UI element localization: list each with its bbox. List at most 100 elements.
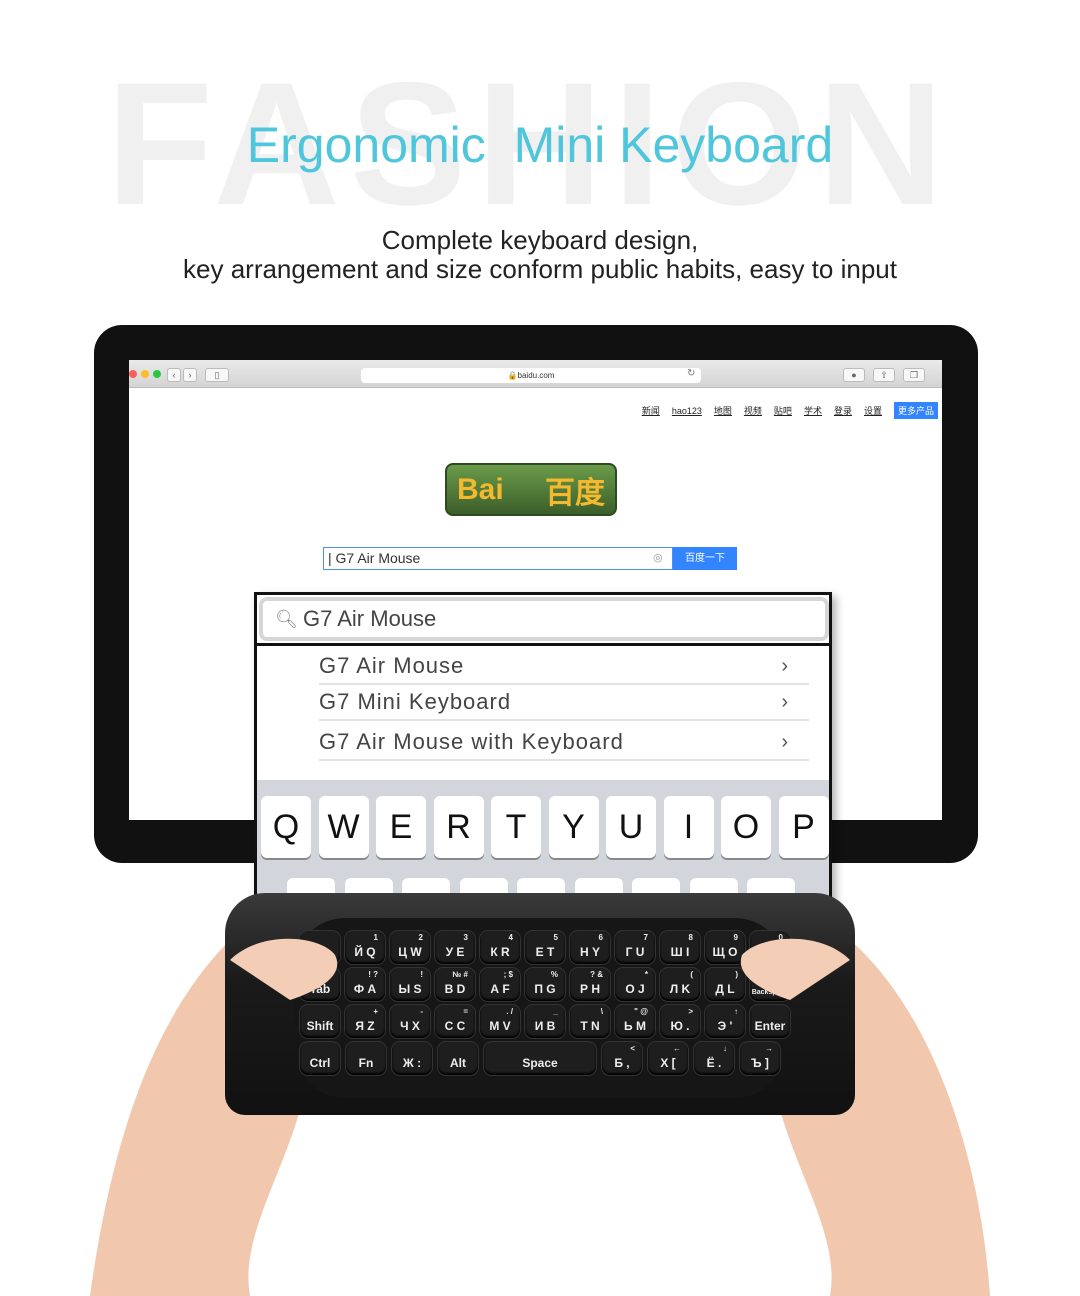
sidebar-icon[interactable]: ▯ [205, 368, 229, 382]
nav-settings[interactable]: 设置 [864, 404, 882, 417]
search-input[interactable]: | G7 Air Mouse [323, 547, 673, 570]
onscreen-key[interactable]: I [663, 796, 714, 858]
share-icon[interactable]: ⇧ [873, 368, 895, 382]
device-key[interactable]: Х [← [648, 1042, 688, 1075]
key-label: Б , [614, 1056, 630, 1070]
device-key[interactable]: Tab [300, 968, 340, 1001]
device-key[interactable]: Я Z + [345, 1005, 385, 1038]
key-label: Space [522, 1056, 558, 1070]
device-key[interactable]: Backspace [750, 968, 790, 1001]
onscreen-key[interactable]: R [433, 796, 484, 858]
nav-news[interactable]: 新闻 [642, 404, 660, 417]
nav-tieba[interactable]: 贴吧 [774, 404, 792, 417]
key-symbol: _ [553, 1007, 558, 1016]
device-key[interactable]: Esc [300, 931, 340, 964]
device-key[interactable]: Т N \ [570, 1005, 610, 1038]
device-key[interactable]: Fn [346, 1042, 386, 1075]
device-key[interactable]: П G% [525, 968, 565, 1001]
device-key[interactable]: Ь M " @ [615, 1005, 655, 1038]
tabs-icon[interactable]: ❐ [903, 368, 925, 382]
device-key[interactable]: Ctrl [300, 1042, 340, 1075]
device-key[interactable]: Н Y 6 [570, 931, 610, 964]
onscreen-key[interactable]: Q [261, 796, 311, 858]
camera-icon[interactable]: ◎ [653, 551, 663, 564]
device-key[interactable]: Alt [438, 1042, 478, 1075]
onscreen-key[interactable]: Y [548, 796, 599, 858]
reload-icon[interactable]: ↻ [687, 368, 695, 379]
device-key[interactable]: Э ' ↑ [705, 1005, 745, 1038]
key-symbol: 1 [373, 933, 378, 942]
device-key[interactable]: Л K ( [660, 968, 700, 1001]
nav-video[interactable]: 视频 [744, 404, 762, 417]
chevron-right-icon: › [781, 691, 789, 713]
device-key[interactable]: Ц W 2 [390, 931, 430, 964]
onscreen-key[interactable]: E [376, 796, 426, 858]
onscreen-key[interactable]: U [606, 796, 656, 858]
suggestion-item[interactable]: G7 Air Mouse with Keyboard › [319, 723, 809, 761]
overlay-search-input[interactable]: 🔍︎ G7 Air Mouse [263, 601, 825, 637]
key-label: М V [489, 1019, 511, 1033]
onscreen-key[interactable]: P [778, 796, 829, 858]
key-label: Х [ [660, 1056, 676, 1070]
maximize-window-icon[interactable] [153, 370, 161, 378]
onscreen-key[interactable]: O [721, 796, 771, 858]
key-symbol: - [420, 1007, 423, 1016]
device-key[interactable]: Ъ ] → [740, 1042, 780, 1075]
minimize-window-icon[interactable] [141, 370, 149, 378]
suggestion-text: G7 Mini Keyboard [319, 689, 512, 714]
device-key[interactable]: Б , < [602, 1042, 642, 1075]
device-key[interactable]: Ю . > [660, 1005, 700, 1038]
url-text: baidu.com [517, 371, 555, 380]
device-key[interactable]: Shift [300, 1005, 340, 1038]
onscreen-key[interactable]: W [318, 796, 369, 858]
key-label: Ь M [624, 1019, 646, 1033]
key-label: Ц W [398, 945, 422, 959]
device-key[interactable]: Й Q 1 [345, 931, 385, 964]
device-key[interactable]: С C = [435, 1005, 475, 1038]
device-key[interactable]: И B _ [525, 1005, 565, 1038]
device-key[interactable]: У E 3 [435, 931, 475, 964]
nav-xueshu[interactable]: 学术 [804, 404, 822, 417]
device-key[interactable]: А F ; $ [480, 968, 520, 1001]
suggestion-item[interactable]: G7 Mini Keyboard › [319, 683, 809, 721]
key-symbol: ! ? [368, 970, 378, 979]
device-key[interactable]: Ж : [392, 1042, 432, 1075]
key-symbol: 5 [553, 933, 558, 942]
download-icon[interactable]: ● [843, 368, 865, 382]
key-label: Я Z [355, 1019, 375, 1033]
close-window-icon[interactable] [129, 370, 137, 378]
device-key[interactable]: Ё . ↓ [694, 1042, 734, 1075]
address-bar[interactable]: 🔒baidu.com [361, 368, 701, 383]
device-key[interactable]: О J * [615, 968, 655, 1001]
nav-login[interactable]: 登录 [834, 404, 852, 417]
search-button[interactable]: 百度一下 [673, 547, 737, 570]
suggestion-item[interactable]: G7 Air Mouse › [319, 647, 809, 685]
chevron-left-icon[interactable]: ‹ [167, 368, 181, 382]
key-label: Shift [306, 1019, 334, 1033]
device-key[interactable]: Щ O 9 [705, 931, 745, 964]
key-label: И B [534, 1019, 556, 1033]
more-products-button[interactable]: 更多产品 [893, 402, 938, 419]
device-key[interactable]: В D № # [435, 968, 475, 1001]
device-key[interactable]: Ф A ! ? [345, 968, 385, 1001]
device-key[interactable]: М V . / [480, 1005, 520, 1038]
key-label: Enter [754, 1019, 786, 1033]
key-label: Ю . [670, 1019, 690, 1033]
device-key[interactable]: Г U 7 [615, 931, 655, 964]
device-key[interactable]: К R 4 [480, 931, 520, 964]
nav-map[interactable]: 地图 [714, 404, 732, 417]
device-key[interactable]: Д L) [705, 968, 745, 1001]
device-key[interactable]: Ч X- [390, 1005, 430, 1038]
device-key[interactable]: Enter [750, 1005, 790, 1038]
device-key[interactable]: Ш I 8 [660, 931, 700, 964]
nav-hao123[interactable]: hao123 [672, 406, 702, 416]
device-key[interactable]: Р H ? & [570, 968, 610, 1001]
chevron-right-icon[interactable]: › [183, 368, 197, 382]
device-key[interactable]: Ы S! [390, 968, 430, 1001]
device-key[interactable]: Space [484, 1042, 596, 1075]
device-key[interactable]: З P 0 [750, 931, 790, 964]
key-label: Р H [579, 982, 600, 996]
device-key[interactable]: Е T 5 [525, 931, 565, 964]
onscreen-key[interactable]: T [491, 796, 541, 858]
key-label: Alt [450, 1056, 466, 1070]
